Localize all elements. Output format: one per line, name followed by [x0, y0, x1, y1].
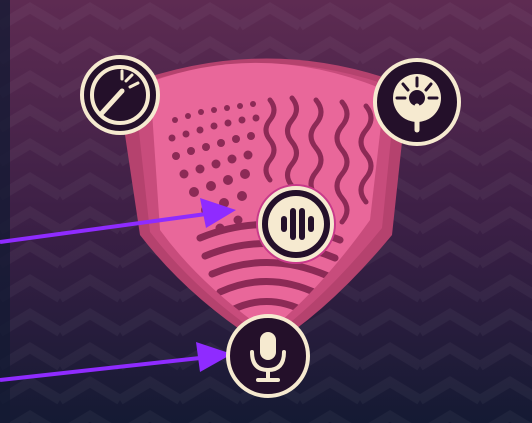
left-dark-edge: [0, 0, 10, 423]
microphone-icon: [226, 314, 310, 398]
microphone-node[interactable]: [226, 314, 310, 398]
gong-icon: [373, 58, 461, 146]
drum-node[interactable]: [80, 55, 160, 135]
sound-wave-icon: [256, 184, 336, 264]
gong-node[interactable]: [373, 58, 461, 146]
sound-wave-node[interactable]: [254, 182, 338, 266]
drum-icon: [80, 55, 160, 135]
